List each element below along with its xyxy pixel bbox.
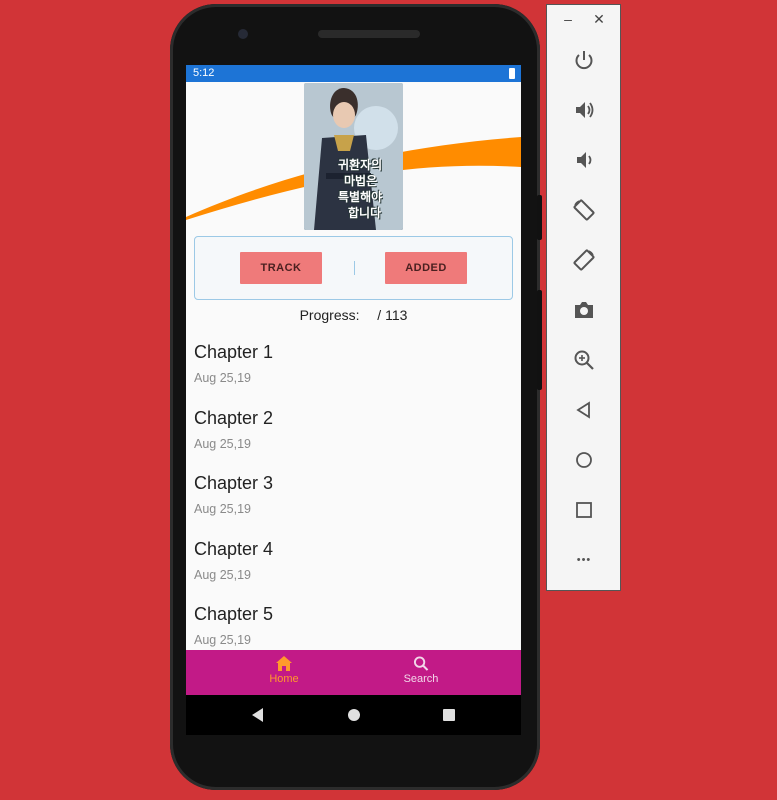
home-icon [276, 656, 292, 671]
search-icon [413, 656, 429, 671]
chapter-date: Aug 25,19 [194, 567, 251, 582]
chapter-list: Chapter 1 Aug 25,19 Chapter 2 Aug 25,19 … [194, 341, 514, 669]
nav-search-tab[interactable]: Search [361, 650, 481, 695]
more-icon[interactable]: ••• [571, 547, 597, 573]
close-icon[interactable]: ✕ [591, 11, 607, 28]
chapter-date: Aug 25,19 [194, 371, 251, 385]
progress-row: Progress: / 113 [186, 307, 521, 323]
cover-title-line: 합니다 [348, 206, 382, 220]
track-button[interactable]: TRACK [240, 252, 322, 284]
chapter-date: Aug 25,19 [194, 633, 251, 647]
chapter-item[interactable]: Chapter 4 Aug 25,19 [194, 538, 514, 604]
nav-search-label: Search [403, 673, 439, 685]
chapter-item[interactable]: Chapter 1 Aug 25,19 [194, 341, 514, 407]
tracking-card: TRACK ADDED [194, 236, 513, 300]
phone-volume-button [537, 195, 542, 240]
progress-total: / 113 [377, 307, 408, 323]
chapter-title: Chapter 1 [194, 342, 274, 362]
cover-title-line: 마법은 [344, 174, 378, 188]
app-screen: 5:12 귀환자의 마법은 특별해야 합니다 TRACK ADDED Progr… [186, 65, 521, 695]
chapter-title: Chapter 5 [194, 604, 274, 624]
minimize-icon[interactable]: – [560, 11, 576, 27]
bottom-navigation: Home Search [186, 650, 521, 695]
chapter-date: Aug 25,19 [194, 436, 251, 451]
added-button[interactable]: ADDED [385, 252, 467, 284]
manga-cover-image[interactable]: 귀환자의 마법은 특별해야 합니다 [304, 83, 403, 230]
volume-up-icon[interactable] [571, 97, 597, 123]
front-camera [238, 29, 248, 39]
system-back-icon[interactable] [252, 708, 263, 722]
phone-power-button [537, 290, 542, 390]
cover-header: 귀환자의 마법은 특별해야 합니다 [186, 82, 521, 232]
earpiece-speaker [318, 30, 420, 38]
power-icon[interactable] [571, 47, 597, 73]
back-icon[interactable] [571, 397, 597, 423]
rotate-right-icon[interactable] [571, 247, 597, 273]
progress-label: Progress: [299, 307, 360, 323]
system-navigation-bar [186, 695, 521, 735]
chapter-item[interactable]: Chapter 2 Aug 25,19 [194, 407, 514, 473]
button-divider [354, 261, 355, 275]
chapter-title: Chapter 2 [194, 407, 274, 428]
status-time: 5:12 [193, 67, 215, 79]
nav-home-tab[interactable]: Home [224, 650, 344, 695]
status-bar: 5:12 [186, 65, 521, 82]
chapter-title: Chapter 3 [194, 473, 274, 493]
cover-title-line: 특별해야 [338, 190, 383, 204]
nav-home-label: Home [269, 673, 299, 685]
camera-icon[interactable] [571, 297, 597, 323]
system-home-icon[interactable] [348, 709, 360, 721]
chapter-title: Chapter 4 [194, 538, 274, 559]
chapter-item[interactable]: Chapter 3 Aug 25,19 [194, 472, 514, 538]
rotate-left-icon[interactable] [571, 197, 597, 223]
home-icon[interactable] [571, 447, 597, 473]
chapter-date: Aug 25,19 [194, 502, 251, 516]
zoom-icon[interactable] [571, 347, 597, 373]
volume-down-icon[interactable] [571, 147, 597, 173]
battery-icon [509, 68, 515, 79]
overview-icon[interactable] [571, 497, 597, 523]
system-recents-icon[interactable] [443, 709, 455, 721]
cover-title-line: 귀환자의 [338, 158, 383, 172]
emulator-toolbar: – ✕ ••• [546, 4, 621, 591]
